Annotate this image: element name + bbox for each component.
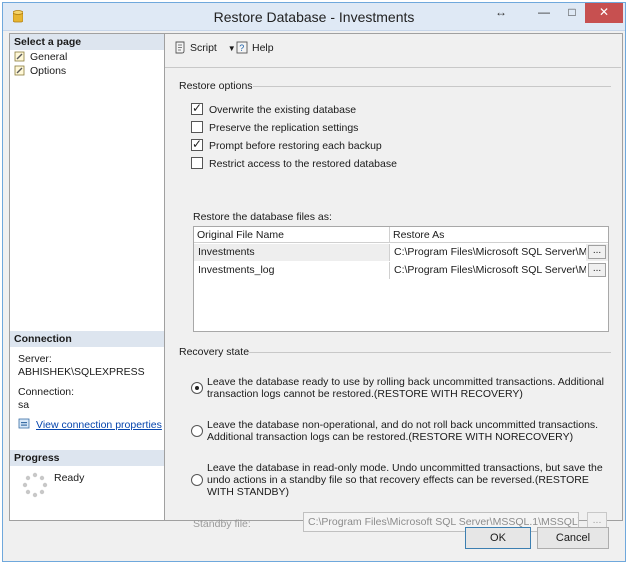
standby-file-label: Standby file: xyxy=(193,518,251,530)
radio-label: Leave the database non-operational, and … xyxy=(207,419,599,443)
properties-icon xyxy=(18,418,30,429)
restore-database-window: Restore Database - Investments ↔ — □ ✕ S… xyxy=(2,2,626,562)
maximize-button[interactable]: □ xyxy=(559,3,585,23)
options-panel: Restore options ✓ Overwrite the existing … xyxy=(165,67,621,532)
radio-label: Leave the database ready to use by rolli… xyxy=(207,376,604,400)
connection-label: Connection: xyxy=(18,386,75,398)
table-row[interactable]: Investments_log C:\Program Files\Microso… xyxy=(194,262,608,279)
progress-status: Ready xyxy=(54,472,85,484)
ok-button[interactable]: OK xyxy=(465,527,531,549)
toolbar: Script ▼ ? Help xyxy=(165,34,621,62)
checkmark-icon: ✓ xyxy=(192,137,203,151)
checkbox-label: Prompt before restoring each backup xyxy=(209,140,382,152)
checkbox-label: Preserve the replication settings xyxy=(209,122,359,134)
divider xyxy=(249,352,611,353)
restrict-access-checkbox[interactable]: Restrict access to the restored database xyxy=(191,157,397,171)
svg-text:?: ? xyxy=(239,43,244,53)
select-page-header: Select a page xyxy=(10,34,164,50)
server-value: ABHISHEK\SQLEXPRESS xyxy=(18,366,145,378)
checkbox-box[interactable] xyxy=(191,121,203,133)
connection-value: sa xyxy=(18,399,30,411)
checkbox-box[interactable]: ✓ xyxy=(191,137,203,151)
progress-spinner-icon xyxy=(22,472,48,498)
help-button[interactable]: ? Help xyxy=(235,40,274,56)
preserve-replication-checkbox[interactable]: Preserve the replication settings xyxy=(191,121,358,135)
original-file-cell: Investments xyxy=(194,244,390,261)
radio-label: Leave the database in read-only mode. Un… xyxy=(207,462,603,498)
connection-header: Connection xyxy=(10,331,164,347)
recovery-state-header: Recovery state xyxy=(179,346,250,358)
view-connection-properties-link[interactable]: View connection properties xyxy=(36,419,162,431)
title-bar: Restore Database - Investments ↔ — □ ✕ xyxy=(3,3,625,31)
sidebar: Select a page General Options Connection… xyxy=(9,33,165,521)
prompt-before-restore-checkbox[interactable]: ✓ Prompt before restoring each backup xyxy=(191,137,382,153)
norecovery-option[interactable]: Leave the database non-operational, and … xyxy=(191,419,611,447)
grid-header: Original File Name Restore As xyxy=(194,227,608,243)
server-label: Server: xyxy=(18,353,52,365)
restore-as-cell[interactable]: C:\Program Files\Microsoft SQL Server\M.… xyxy=(390,262,586,279)
close-button[interactable]: ✕ xyxy=(585,3,623,23)
standby-option[interactable]: Leave the database in read-only mode. Un… xyxy=(191,462,611,502)
checkbox-label: Overwrite the existing database xyxy=(209,104,357,116)
sidebar-item-label: General xyxy=(30,51,68,63)
cancel-button[interactable]: Cancel xyxy=(537,527,609,549)
main-panel: Script ▼ ? Help Restore options ✓ Overwri… xyxy=(165,33,623,532)
view-connection-properties-row: View connection properties xyxy=(18,418,162,432)
minimize-button[interactable]: — xyxy=(531,3,557,23)
resize-icon[interactable]: ↔ xyxy=(491,3,511,23)
script-label: Script xyxy=(190,42,217,54)
checkbox-label: Restrict access to the restored database xyxy=(209,158,397,170)
column-header-original: Original File Name xyxy=(194,227,390,243)
checkbox-box[interactable]: ✓ xyxy=(191,101,203,115)
progress-header: Progress xyxy=(10,450,164,466)
page-wrench-icon xyxy=(14,65,25,76)
overwrite-checkbox[interactable]: ✓ Overwrite the existing database xyxy=(191,101,357,117)
script-icon xyxy=(175,41,185,54)
help-icon: ? xyxy=(236,41,248,54)
checkbox-box[interactable] xyxy=(191,157,203,169)
radio-button[interactable] xyxy=(191,382,203,394)
radio-button[interactable] xyxy=(191,425,203,437)
restore-as-cell[interactable]: C:\Program Files\Microsoft SQL Server\M.… xyxy=(390,244,586,261)
radio-button[interactable] xyxy=(191,474,203,486)
help-label: Help xyxy=(252,42,274,54)
original-file-cell: Investments_log xyxy=(194,262,390,279)
restore-options-header: Restore options xyxy=(179,80,253,92)
sidebar-item-label: Options xyxy=(30,65,67,77)
column-header-restore-as: Restore As xyxy=(393,229,445,241)
script-button[interactable]: Script ▼ xyxy=(173,40,236,56)
sidebar-item-general[interactable]: General xyxy=(14,50,67,64)
browse-button[interactable]: ... xyxy=(588,263,606,277)
table-row[interactable]: Investments C:\Program Files\Microsoft S… xyxy=(194,244,608,261)
page-wrench-icon xyxy=(14,51,25,62)
restore-files-label: Restore the database files as: xyxy=(193,211,332,223)
browse-button[interactable]: ... xyxy=(588,245,606,259)
restore-files-grid: Original File Name Restore As Investment… xyxy=(193,226,609,332)
checkmark-icon: ✓ xyxy=(192,101,203,115)
sidebar-item-options[interactable]: Options xyxy=(14,64,66,78)
recovery-option[interactable]: Leave the database ready to use by rolli… xyxy=(191,376,611,404)
radio-dot xyxy=(195,386,199,390)
divider xyxy=(253,86,611,87)
